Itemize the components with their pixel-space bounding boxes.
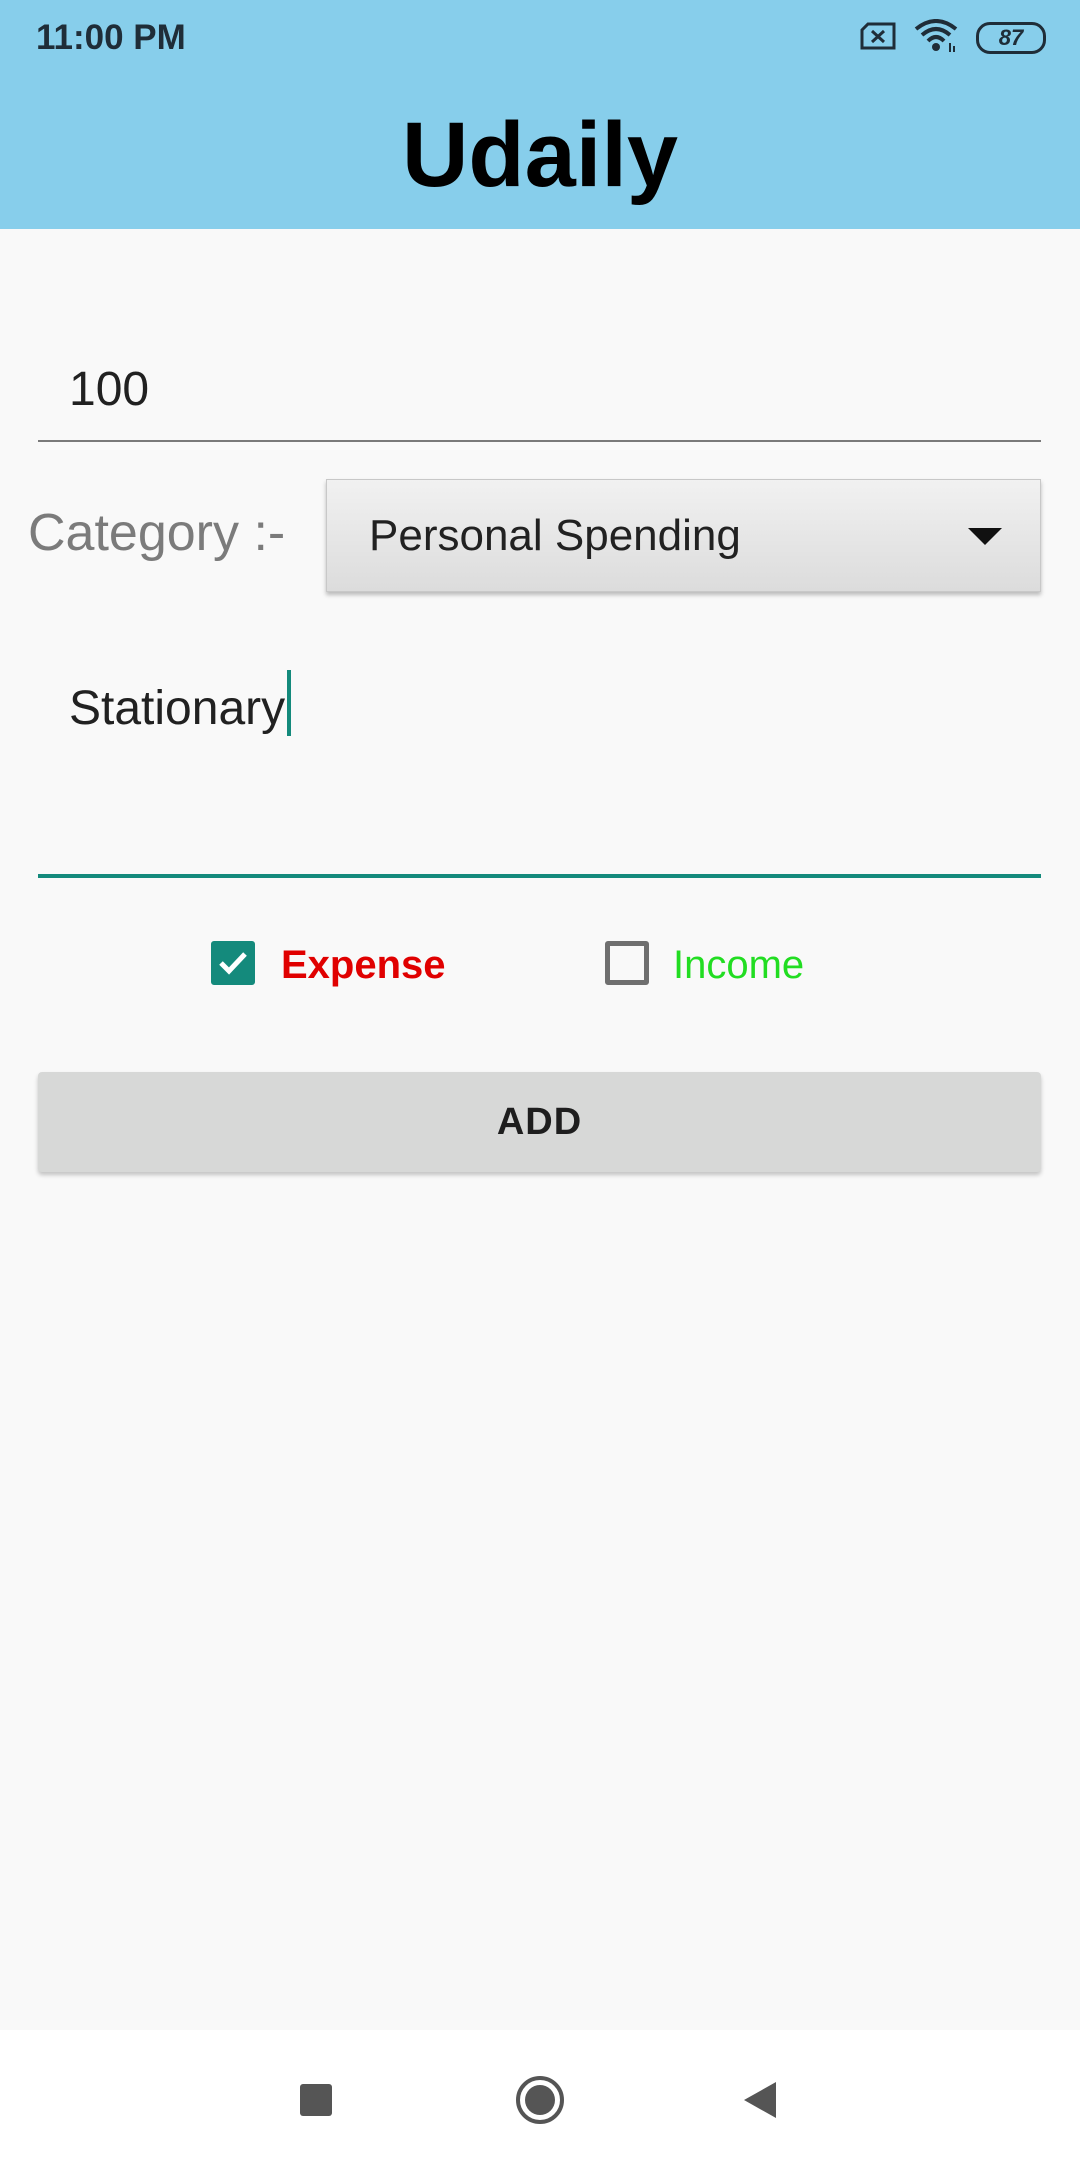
home-icon[interactable] <box>510 2070 570 2130</box>
add-button[interactable]: ADD <box>38 1072 1041 1172</box>
income-label[interactable]: Income <box>673 941 804 989</box>
category-label: Category :- <box>28 504 286 562</box>
dropdown-arrow-icon <box>968 528 1002 545</box>
category-selected-value: Personal Spending <box>369 511 741 560</box>
back-icon[interactable] <box>730 2070 790 2130</box>
category-dropdown[interactable]: Personal Spending <box>326 479 1041 592</box>
status-time: 11:00 PM <box>36 18 186 57</box>
expense-label[interactable]: Expense <box>281 941 446 989</box>
amount-value: 100 <box>69 363 150 416</box>
checkmark-icon <box>219 952 247 975</box>
note-input[interactable]: Stationary <box>38 640 1041 878</box>
wifi-icon <box>914 18 958 58</box>
app-title: Udaily <box>401 104 679 206</box>
battery-icon: 87 <box>976 22 1046 54</box>
app-header: 11:00 PM 87 Udaily <box>0 0 1080 229</box>
income-checkbox[interactable] <box>605 941 649 985</box>
recents-icon[interactable] <box>286 2070 346 2130</box>
navigation-bar <box>0 2030 1080 2160</box>
expense-checkbox[interactable] <box>211 941 255 985</box>
text-cursor <box>287 670 292 736</box>
sim-error-icon <box>860 22 896 55</box>
status-icons: 87 <box>860 18 1046 58</box>
amount-input[interactable]: 100 <box>38 340 1041 442</box>
note-value: Stationary <box>69 682 286 735</box>
